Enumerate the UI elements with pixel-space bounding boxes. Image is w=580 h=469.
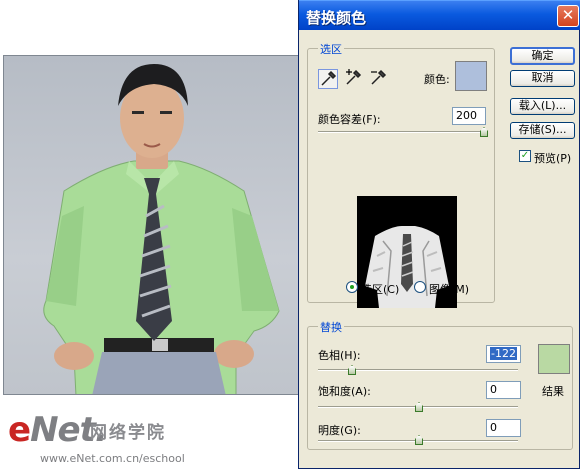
watermark-url: www.eNet.com.cn/eschool: [40, 452, 185, 465]
selection-color-swatch[interactable]: [455, 61, 487, 91]
dialog-title: 替换颜色: [306, 9, 367, 27]
tolerance-input[interactable]: 200: [452, 107, 486, 125]
replace-group-label: 替换: [318, 319, 344, 335]
hue-label: 色相(H):: [318, 349, 361, 362]
lightness-label: 明度(G):: [318, 424, 361, 437]
man-in-green-shirt-image: [43, 64, 280, 394]
result-label: 结果: [542, 385, 564, 398]
saturation-input[interactable]: 0: [486, 381, 521, 399]
radio-image-label[interactable]: 图像(M): [429, 281, 469, 297]
watermark-chinese-text: 网络学院: [90, 423, 166, 443]
radio-image[interactable]: [414, 281, 426, 293]
document-image[interactable]: [3, 55, 300, 395]
color-label: 颜色:: [424, 73, 450, 86]
radio-selection-label[interactable]: 选区(C): [361, 281, 399, 297]
tolerance-slider-track[interactable]: [318, 131, 486, 133]
hue-slider-thumb[interactable]: [348, 365, 356, 375]
selection-group: 选区 颜色: 颜色容差(F): 200 选区(C) 图像(M): [307, 41, 495, 308]
lightness-input[interactable]: 0: [486, 419, 521, 437]
selection-group-label: 选区: [318, 41, 344, 57]
tolerance-slider-thumb[interactable]: [480, 127, 488, 137]
workspace-background: [0, 0, 300, 55]
radio-selection[interactable]: [346, 281, 358, 293]
eyedropper-plus-icon[interactable]: [343, 69, 363, 89]
result-color-swatch[interactable]: [538, 344, 570, 374]
ok-button[interactable]: 确定: [510, 47, 575, 65]
replace-color-dialog: 替换颜色 ✕ 选区 颜色: 颜色容差(F): 200 选区(C) 图像(M) 确…: [298, 0, 580, 469]
preview-checkbox[interactable]: ✓: [519, 150, 531, 162]
replace-group: 替换 色相(H): -122 结果 饱和度(A): 0 明度(G): 0: [307, 319, 573, 450]
saturation-label: 饱和度(A):: [318, 385, 371, 398]
close-button[interactable]: ✕: [557, 5, 579, 27]
hue-input[interactable]: -122: [486, 345, 521, 363]
load-button[interactable]: 载入(L)...: [510, 98, 575, 115]
eyedropper-minus-icon[interactable]: [368, 69, 388, 89]
preview-checkbox-label[interactable]: 预览(P): [534, 150, 571, 166]
cancel-button[interactable]: 取消: [510, 70, 575, 87]
dialog-titlebar[interactable]: 替换颜色 ✕: [299, 0, 580, 30]
saturation-slider-thumb[interactable]: [415, 402, 423, 412]
save-button[interactable]: 存储(S)...: [510, 122, 575, 139]
eyedropper-icon[interactable]: [318, 69, 338, 89]
lightness-slider-thumb[interactable]: [415, 435, 423, 445]
tolerance-label: 颜色容差(F):: [318, 113, 381, 126]
